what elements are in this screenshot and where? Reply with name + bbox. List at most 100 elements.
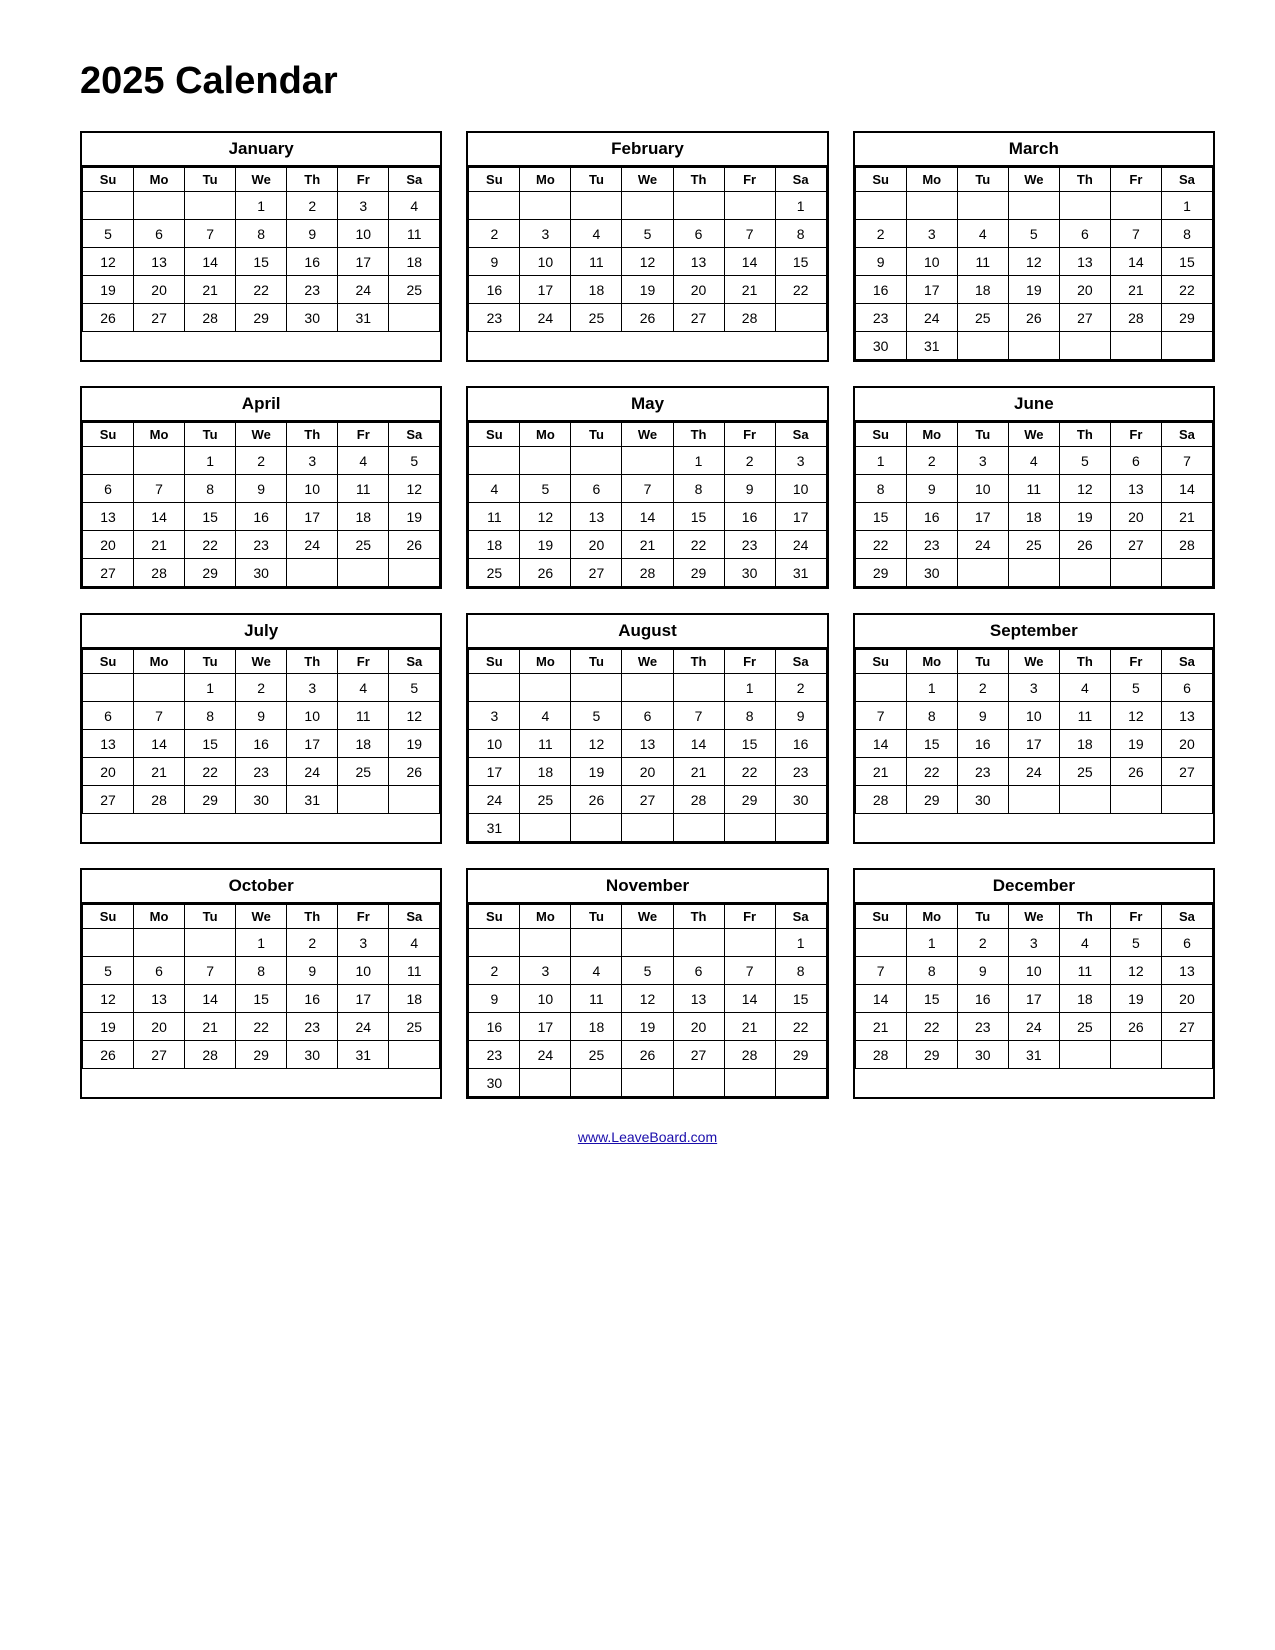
calendar-day: 17 — [469, 758, 520, 786]
calendar-day: 2 — [236, 447, 287, 475]
day-header-fr: Fr — [338, 650, 389, 674]
table-row: 22232425262728 — [855, 531, 1212, 559]
calendar-day: 9 — [724, 475, 775, 503]
calendar-day: 30 — [287, 1041, 338, 1069]
calendar-day: 10 — [338, 220, 389, 248]
calendar-day: 1 — [185, 674, 236, 702]
calendar-day: 6 — [673, 220, 724, 248]
table-row: 19202122232425 — [83, 1013, 440, 1041]
calendar-day: 1 — [906, 929, 957, 957]
table-row: 30 — [469, 1069, 826, 1097]
table-row: 10111213141516 — [469, 730, 826, 758]
calendar-day: 4 — [520, 702, 571, 730]
calendar-day: 23 — [775, 758, 826, 786]
calendar-day: 15 — [185, 730, 236, 758]
calendar-day: 11 — [389, 220, 440, 248]
table-row: 123456 — [855, 929, 1212, 957]
calendar-day: 1 — [673, 447, 724, 475]
calendar-day — [389, 1041, 440, 1069]
calendar-day: 22 — [906, 758, 957, 786]
calendar-day: 20 — [83, 758, 134, 786]
calendar-day: 19 — [622, 1013, 673, 1041]
calendar-day: 25 — [520, 786, 571, 814]
day-header-tu: Tu — [571, 905, 622, 929]
day-header-th: Th — [287, 168, 338, 192]
table-row: 15161718192021 — [855, 503, 1212, 531]
calendar-day: 30 — [236, 559, 287, 587]
day-header-we: We — [1008, 168, 1059, 192]
calendar-day: 8 — [185, 702, 236, 730]
calendar-day: 2 — [906, 447, 957, 475]
day-header-we: We — [622, 650, 673, 674]
calendar-day: 1 — [1161, 192, 1212, 220]
footer-link[interactable]: www.LeaveBoard.com — [80, 1129, 1215, 1145]
calendar-day: 5 — [1110, 674, 1161, 702]
calendar-day: 13 — [1161, 957, 1212, 985]
day-header-th: Th — [1059, 423, 1110, 447]
calendar-day — [724, 929, 775, 957]
calendar-day — [469, 192, 520, 220]
day-header-su: Su — [855, 423, 906, 447]
table-row: 2930 — [855, 559, 1212, 587]
calendar-day: 15 — [906, 730, 957, 758]
day-header-sa: Sa — [1161, 650, 1212, 674]
day-header-mo: Mo — [134, 905, 185, 929]
day-header-fr: Fr — [724, 423, 775, 447]
table-row: 14151617181920 — [855, 730, 1212, 758]
day-header-tu: Tu — [957, 905, 1008, 929]
calendar-day — [520, 192, 571, 220]
table-row: 21222324252627 — [855, 758, 1212, 786]
calendar-day — [1110, 332, 1161, 360]
calendar-day — [622, 929, 673, 957]
calendar-day — [520, 1069, 571, 1097]
calendar-day: 25 — [1059, 1013, 1110, 1041]
calendar-day: 28 — [134, 559, 185, 587]
calendar-day: 28 — [724, 304, 775, 332]
calendar-day: 14 — [134, 730, 185, 758]
calendar-day: 25 — [1059, 758, 1110, 786]
table-row: 9101112131415 — [855, 248, 1212, 276]
calendar-day: 3 — [338, 929, 389, 957]
month-table-august: SuMoTuWeThFrSa12345678910111213141516171… — [468, 649, 826, 842]
calendar-day: 2 — [775, 674, 826, 702]
calendar-day: 21 — [855, 758, 906, 786]
month-december: DecemberSuMoTuWeThFrSa123456789101112131… — [853, 868, 1215, 1099]
calendar-day — [673, 929, 724, 957]
month-table-february: SuMoTuWeThFrSa12345678910111213141516171… — [468, 167, 826, 332]
calendar-day — [83, 447, 134, 475]
calendar-day: 11 — [520, 730, 571, 758]
calendar-day: 16 — [957, 985, 1008, 1013]
calendar-day — [1110, 1041, 1161, 1069]
table-row: 891011121314 — [855, 475, 1212, 503]
calendar-day: 3 — [469, 702, 520, 730]
calendar-day: 11 — [469, 503, 520, 531]
calendar-day: 25 — [338, 758, 389, 786]
calendar-day: 4 — [338, 674, 389, 702]
calendar-day: 22 — [906, 1013, 957, 1041]
calendar-day: 13 — [83, 503, 134, 531]
calendar-day: 28 — [724, 1041, 775, 1069]
day-header-mo: Mo — [520, 650, 571, 674]
calendar-day: 2 — [287, 192, 338, 220]
calendar-day: 1 — [724, 674, 775, 702]
calendar-day: 20 — [1161, 730, 1212, 758]
table-row: 19202122232425 — [83, 276, 440, 304]
calendar-day: 31 — [338, 304, 389, 332]
calendar-day: 27 — [673, 304, 724, 332]
calendar-day: 24 — [1008, 1013, 1059, 1041]
calendar-day: 18 — [338, 503, 389, 531]
calendar-day: 21 — [134, 758, 185, 786]
calendar-day — [673, 192, 724, 220]
calendar-day: 20 — [1110, 503, 1161, 531]
calendar-day: 12 — [389, 702, 440, 730]
calendar-day: 12 — [622, 985, 673, 1013]
day-header-fr: Fr — [338, 168, 389, 192]
calendar-day: 21 — [1161, 503, 1212, 531]
calendar-day: 22 — [673, 531, 724, 559]
calendar-day: 24 — [775, 531, 826, 559]
calendar-day: 15 — [236, 985, 287, 1013]
calendar-day: 24 — [338, 1013, 389, 1041]
calendar-day: 5 — [389, 447, 440, 475]
calendar-day: 28 — [673, 786, 724, 814]
calendar-day: 7 — [673, 702, 724, 730]
